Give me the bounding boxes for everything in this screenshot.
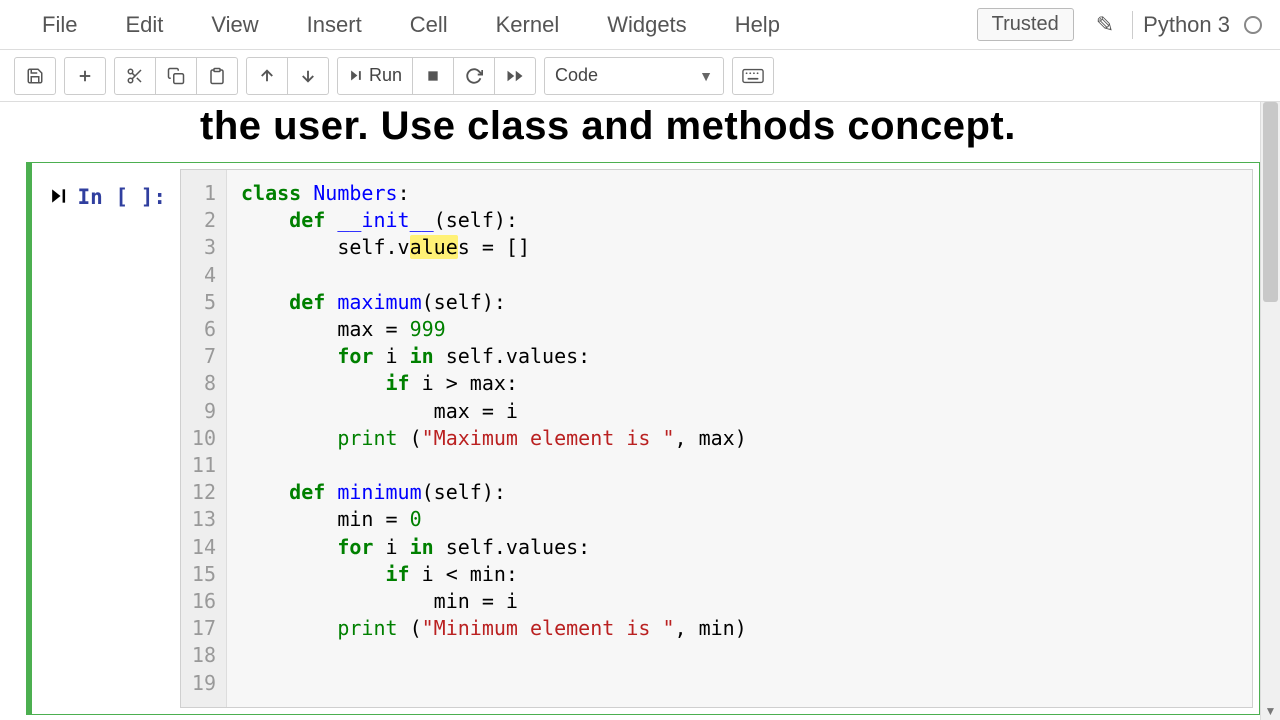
notebook-container: the user. Use class and methods concept.… xyxy=(0,102,1260,720)
menu-view[interactable]: View xyxy=(187,6,282,44)
add-cell-button[interactable] xyxy=(64,57,106,95)
run-button[interactable]: Run xyxy=(337,57,413,95)
run-group: Run xyxy=(337,57,536,95)
toolbar: Run Code ▼ xyxy=(0,50,1280,102)
step-forward-icon xyxy=(348,68,363,83)
trusted-indicator[interactable]: Trusted xyxy=(977,8,1074,41)
copy-button[interactable] xyxy=(155,57,197,95)
markdown-heading-fragment: the user. Use class and methods concept. xyxy=(0,102,1260,162)
paste-button[interactable] xyxy=(196,57,238,95)
cut-button[interactable] xyxy=(114,57,156,95)
run-button-label: Run xyxy=(369,65,402,86)
menu-insert[interactable]: Insert xyxy=(283,6,386,44)
arrow-up-icon xyxy=(258,67,276,85)
cell-type-value: Code xyxy=(555,65,598,86)
input-prompt: In [ ]: xyxy=(32,163,180,714)
cell-type-select[interactable]: Code ▼ xyxy=(544,57,724,95)
menu-cell[interactable]: Cell xyxy=(386,6,472,44)
code-cell[interactable]: In [ ]: 1 2 3 4 5 6 7 8 9 10 11 12 13 14… xyxy=(26,162,1260,715)
code-editor[interactable]: 1 2 3 4 5 6 7 8 9 10 11 12 13 14 15 16 1… xyxy=(180,169,1253,708)
refresh-icon xyxy=(465,67,483,85)
clipboard-icon xyxy=(208,67,226,85)
scissors-icon xyxy=(126,67,144,85)
pencil-icon[interactable]: ✎ xyxy=(1088,12,1122,38)
floppy-icon xyxy=(26,67,44,85)
command-palette-button[interactable] xyxy=(732,57,774,95)
line-number-gutter: 1 2 3 4 5 6 7 8 9 10 11 12 13 14 15 16 1… xyxy=(181,170,227,707)
menu-edit[interactable]: Edit xyxy=(101,6,187,44)
keyboard-icon xyxy=(742,68,764,84)
move-group xyxy=(246,57,329,95)
code-content[interactable]: class Numbers: def __init__(self): self.… xyxy=(227,170,1252,707)
menu-kernel[interactable]: Kernel xyxy=(472,6,584,44)
menu-widgets[interactable]: Widgets xyxy=(583,6,710,44)
restart-button[interactable] xyxy=(453,57,495,95)
plus-icon xyxy=(76,67,94,85)
menubar: File Edit View Insert Cell Kernel Widget… xyxy=(0,0,1280,50)
scroll-down-arrow-icon[interactable]: ▼ xyxy=(1261,704,1280,718)
copy-icon xyxy=(167,67,185,85)
kernel-status-icon xyxy=(1244,16,1262,34)
restart-run-all-button[interactable] xyxy=(494,57,536,95)
save-button[interactable] xyxy=(14,57,56,95)
stop-icon xyxy=(426,69,440,83)
chevron-down-icon: ▼ xyxy=(699,68,713,84)
menu-help[interactable]: Help xyxy=(711,6,804,44)
scrollbar-thumb[interactable] xyxy=(1263,102,1278,302)
vertical-scrollbar[interactable]: ▲ ▼ xyxy=(1260,102,1280,720)
move-down-button[interactable] xyxy=(287,57,329,95)
move-up-button[interactable] xyxy=(246,57,288,95)
clipboard-group xyxy=(114,57,238,95)
step-forward-icon[interactable] xyxy=(48,185,68,214)
kernel-name[interactable]: Python 3 xyxy=(1143,12,1236,38)
interrupt-button[interactable] xyxy=(412,57,454,95)
fast-forward-icon xyxy=(506,67,524,85)
arrow-down-icon xyxy=(299,67,317,85)
menu-file[interactable]: File xyxy=(18,6,101,44)
